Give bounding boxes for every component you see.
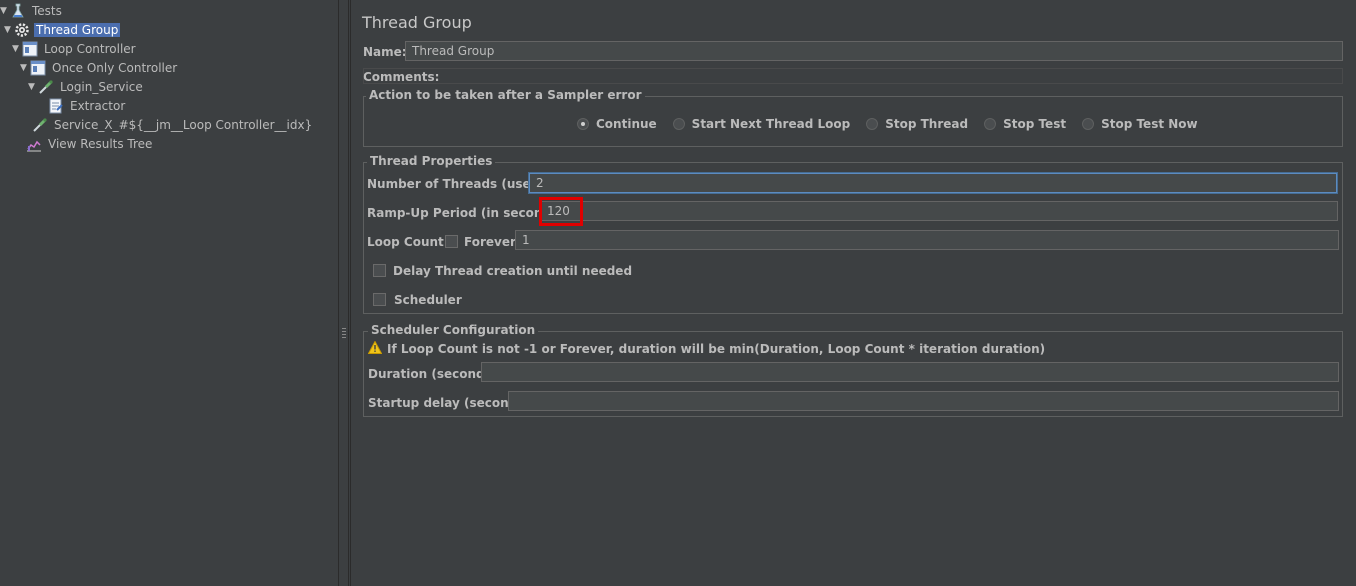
rampup-field[interactable]: 120 (540, 201, 1338, 221)
drag-handle-icon[interactable] (342, 328, 346, 340)
controller-icon (30, 60, 46, 76)
expand-arrow-icon[interactable]: ▼ (28, 82, 38, 92)
radio-continue[interactable]: Continue (577, 117, 657, 131)
threads-label: Number of Threads (users): (367, 177, 555, 191)
tree-node-label: View Results Tree (48, 137, 153, 151)
scheduler-warning-text: If Loop Count is not -1 or Forever, dura… (387, 342, 1046, 356)
tree-node-label: Thread Group (34, 23, 121, 37)
sampler-error-options: Continue Start Next Thread Loop Stop Thr… (577, 117, 1214, 131)
scheduler-checkbox[interactable] (373, 293, 386, 306)
radio-icon (672, 118, 685, 130)
page-title: Thread Group (362, 13, 472, 32)
flask-icon (10, 3, 26, 19)
radio-icon (866, 118, 879, 130)
radio-selected-icon (577, 118, 589, 130)
thread-properties-legend: Thread Properties (367, 154, 496, 168)
threads-field[interactable]: 2 (529, 173, 1337, 193)
tree-node-loop-controller[interactable]: ▼ Loop Controller (12, 40, 138, 58)
radio-icon (1082, 118, 1095, 130)
delay-thread-label: Delay Thread creation until needed (393, 264, 633, 278)
document-edit-icon (48, 98, 64, 114)
comments-field[interactable] (363, 68, 1343, 84)
radio-stop-thread[interactable]: Stop Thread (866, 117, 968, 131)
tree-node-label: Login_Service (60, 80, 143, 94)
scheduler-config-legend: Scheduler Configuration (368, 323, 539, 337)
tree-node-label: Service_X_#${__jm__Loop Controller__idx} (54, 118, 313, 132)
radio-start-next-thread-loop[interactable]: Start Next Thread Loop (672, 117, 850, 131)
radio-icon (984, 118, 997, 130)
tree-node-extractor[interactable]: Extractor (48, 97, 127, 115)
forever-checkbox[interactable] (445, 235, 458, 248)
tree-node-view-results-tree[interactable]: View Results Tree (26, 135, 154, 153)
expand-arrow-icon[interactable]: ▼ (12, 44, 22, 54)
sampler-error-legend: Action to be taken after a Sampler error (366, 88, 645, 102)
tree-node-label: Loop Controller (44, 42, 136, 56)
chart-icon (26, 136, 42, 152)
duration-field[interactable] (481, 362, 1339, 382)
startup-delay-label: Startup delay (seconds) (368, 396, 530, 410)
forever-label: Forever (464, 235, 516, 249)
tree-node-once-only-controller[interactable]: ▼ Once Only Controller (20, 59, 179, 77)
tree-node-label: Tests (32, 4, 62, 18)
tree-node-thread-group[interactable]: ▼ Thread Group (4, 21, 121, 39)
pipette-icon (32, 117, 48, 133)
expand-arrow-icon[interactable]: ▼ (20, 63, 30, 73)
warning-icon (367, 340, 383, 357)
duration-label: Duration (seconds) (368, 367, 498, 381)
gear-icon (14, 22, 30, 38)
loop-count-label: Loop Count: (367, 235, 449, 249)
tree-node-tests[interactable]: ▼ Tests (0, 2, 64, 20)
test-plan-tree[interactable]: ▼ Tests ▼ Thread Group ▼ Loop Controller… (0, 0, 338, 586)
expand-arrow-icon[interactable]: ▼ (0, 6, 10, 16)
radio-stop-test-now[interactable]: Stop Test Now (1082, 117, 1198, 131)
tree-node-login-service[interactable]: ▼ Login_Service (28, 78, 145, 96)
name-label: Name: (363, 45, 407, 59)
pipette-icon (38, 79, 54, 95)
radio-stop-test[interactable]: Stop Test (984, 117, 1066, 131)
tree-node-label: Extractor (70, 99, 126, 113)
tree-node-label: Once Only Controller (52, 61, 178, 75)
delay-thread-checkbox[interactable] (373, 264, 386, 277)
loop-count-field[interactable]: 1 (515, 230, 1339, 250)
controller-icon (22, 41, 38, 57)
tree-node-service-x[interactable]: Service_X_#${__jm__Loop Controller__idx} (32, 116, 314, 134)
expand-arrow-icon[interactable]: ▼ (4, 25, 14, 35)
split-pane-divider[interactable] (338, 0, 349, 586)
thread-group-editor: Thread Group Name: Thread Group Comments… (350, 0, 1356, 586)
name-field[interactable]: Thread Group (405, 41, 1343, 61)
scheduler-warning: If Loop Count is not -1 or Forever, dura… (367, 340, 1046, 357)
highlight-box (539, 197, 583, 226)
scheduler-label: Scheduler (394, 293, 462, 307)
startup-delay-field[interactable] (508, 391, 1339, 411)
